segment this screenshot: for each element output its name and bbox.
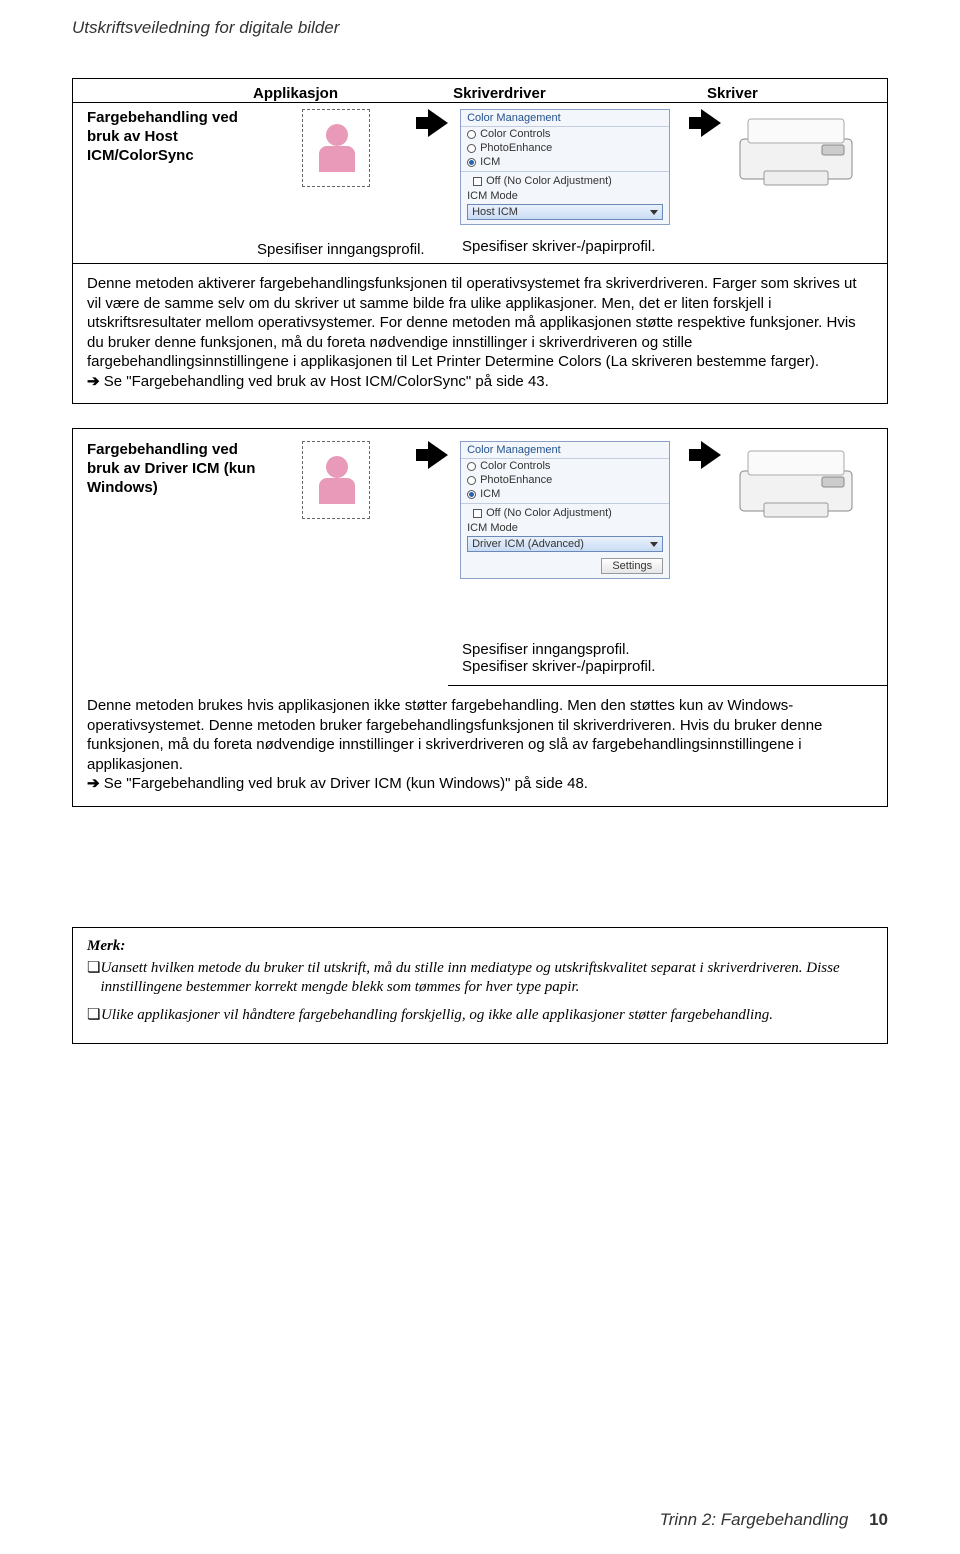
arrow-right-icon <box>689 441 734 469</box>
panel-title: Color Management <box>461 110 669 127</box>
checkbox-label: Off (No Color Adjustment) <box>486 507 612 519</box>
table-header-row: Applikasjon Skriverdriver Skriver <box>73 79 887 103</box>
note-item: ❏ Uansett hvilken metode du bruker til u… <box>87 959 873 998</box>
settings-button: Settings <box>601 558 663 574</box>
printer-graphic-cell <box>734 441 873 523</box>
note-title: Merk: <box>87 938 873 955</box>
checkbox-off: Off (No Color Adjustment) <box>467 174 663 188</box>
note-text: Uansett hvilken metode du bruker til uts… <box>100 959 873 998</box>
method-description: Denne metoden brukes hvis applikasjonen … <box>73 686 887 806</box>
panel-title: Color Management <box>461 442 669 459</box>
person-placeholder-icon <box>302 109 370 187</box>
method-label: Fargebehandling ved bruk av Host ICM/Col… <box>87 109 256 165</box>
radio-label: Color Controls <box>480 128 550 140</box>
method-box-driver-icm: Fargebehandling ved bruk av Driver ICM (… <box>72 428 888 807</box>
person-placeholder-icon <box>302 441 370 519</box>
spec-input-profile: Spesifiser inngangsprofil. <box>462 641 873 658</box>
radio-color-controls: Color Controls <box>461 459 669 473</box>
note-box: Merk: ❏ Uansett hvilken metode du bruker… <box>72 927 888 1045</box>
radio-label: PhotoEnhance <box>480 142 552 154</box>
radio-label: Color Controls <box>480 460 550 472</box>
icm-mode-select: Driver ICM (Advanced) <box>467 536 663 552</box>
select-value: Driver ICM (Advanced) <box>472 538 584 550</box>
radio-icm: ICM <box>461 155 669 169</box>
radio-color-controls: Color Controls <box>461 127 669 141</box>
radio-photoenhance: PhotoEnhance <box>461 141 669 155</box>
color-management-panel: Color Management Color Controls PhotoEnh… <box>460 109 670 225</box>
application-graphic-cell <box>256 441 415 519</box>
graphics-row: Fargebehandling ved bruk av Host ICM/Col… <box>73 103 887 237</box>
checkbox-label: Off (No Color Adjustment) <box>486 175 612 187</box>
col-header-printer: Skriver <box>707 85 873 102</box>
radio-label: PhotoEnhance <box>480 474 552 486</box>
application-graphic-cell <box>256 109 415 187</box>
desc-text: Denne metoden aktiverer fargebehandlings… <box>87 275 857 370</box>
radio-label: ICM <box>480 488 500 500</box>
col-header-app: Applikasjon <box>253 85 453 102</box>
note-text: Ulike applikasjoner vil håndtere fargebe… <box>101 1006 773 1026</box>
icm-mode-select: Host ICM <box>467 204 663 220</box>
method-label: Fargebehandling ved bruk av Driver ICM (… <box>87 441 256 497</box>
graphics-row: Fargebehandling ved bruk av Driver ICM (… <box>73 429 887 591</box>
color-management-panel: Color Management Color Controls PhotoEnh… <box>460 441 670 579</box>
chevron-down-icon <box>650 210 658 215</box>
col-blank <box>87 85 253 102</box>
doc-header-title: Utskriftsveiledning for digitale bilder <box>0 0 960 38</box>
chevron-down-icon <box>650 542 658 547</box>
note-item: ❏ Ulike applikasjoner vil håndtere farge… <box>87 1006 873 1026</box>
footer-section: Trinn 2: Fargebehandling <box>660 1510 849 1529</box>
bullet-square-icon: ❏ <box>87 959 100 998</box>
icm-mode-label: ICM Mode <box>467 188 663 202</box>
link-arrow-icon: ➔ <box>87 775 104 792</box>
printer-icon <box>734 441 858 523</box>
page-content: Applikasjon Skriverdriver Skriver Fargeb… <box>0 38 960 1044</box>
arrow-right-icon <box>415 109 460 137</box>
reference-link-text: Se "Fargebehandling ved bruk av Host ICM… <box>104 373 549 390</box>
method-description: Denne metoden aktiverer fargebehandlings… <box>73 264 887 403</box>
spec-input-profile: Spesifiser inngangsprofil. <box>257 241 457 258</box>
col-header-driver: Skriverdriver <box>453 85 707 102</box>
arrow-right-icon <box>689 109 734 137</box>
select-value: Host ICM <box>472 206 518 218</box>
method-box-host-icm: Applikasjon Skriverdriver Skriver Fargeb… <box>72 78 888 404</box>
spec-row: Spesifiser inngangsprofil. Spesifiser sk… <box>73 237 887 264</box>
panel-sub: Off (No Color Adjustment) ICM Mode <box>461 171 669 202</box>
driver-panel-cell: Color Management Color Controls PhotoEnh… <box>460 109 689 225</box>
spec-output-profile: Spesifiser skriver-/papirprofil. <box>462 658 873 675</box>
desc-text: Denne metoden brukes hvis applikasjonen … <box>87 697 822 773</box>
reference-link-text: Se "Fargebehandling ved bruk av Driver I… <box>104 775 588 792</box>
page-number: 10 <box>869 1510 888 1529</box>
panel-sub: Off (No Color Adjustment) ICM Mode <box>461 503 669 534</box>
page-footer: Trinn 2: Fargebehandling 10 <box>660 1510 888 1530</box>
arrow-right-icon <box>415 441 460 469</box>
link-arrow-icon: ➔ <box>87 373 104 390</box>
radio-icm: ICM <box>461 487 669 501</box>
printer-graphic-cell <box>734 109 873 191</box>
radio-label: ICM <box>480 156 500 168</box>
driver-panel-cell: Color Management Color Controls PhotoEnh… <box>460 441 689 579</box>
spec-row: Spesifiser inngangsprofil. Spesifiser sk… <box>448 591 887 686</box>
checkbox-off: Off (No Color Adjustment) <box>467 506 663 520</box>
printer-icon <box>734 109 858 191</box>
spec-output-profile: Spesifiser skriver-/papirprofil. <box>462 238 873 255</box>
icm-mode-label: ICM Mode <box>467 520 663 534</box>
radio-photoenhance: PhotoEnhance <box>461 473 669 487</box>
bullet-square-icon: ❏ <box>87 1006 101 1026</box>
